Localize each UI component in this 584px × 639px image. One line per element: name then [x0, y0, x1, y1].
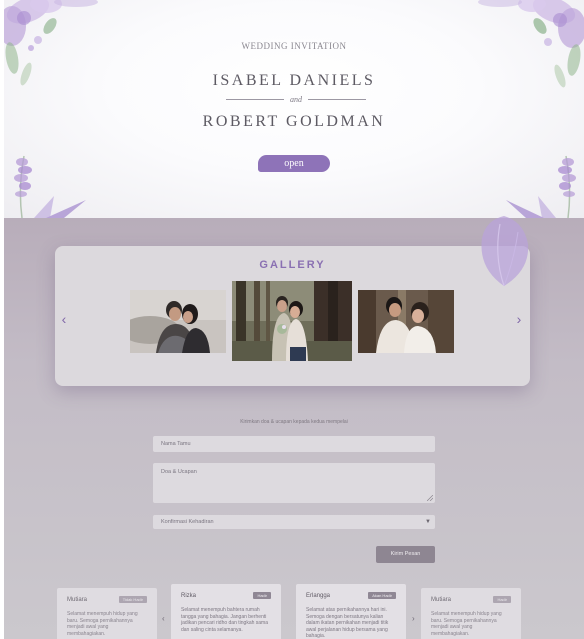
chevron-right-icon[interactable]: › [512, 312, 526, 326]
bride-name: ROBERT GOLDMAN [202, 113, 386, 130]
chevron-right-icon[interactable]: › [412, 615, 415, 623]
attendance-badge: Hadir [493, 596, 511, 603]
floral-top-right [478, 0, 584, 88]
resize-handle-icon[interactable] [427, 495, 433, 501]
invitation-page: WEDDING INVITATION ISABEL DANIELS and RO… [0, 0, 584, 639]
wish-message: Selamat menempuh bahtera rumah tangga ya… [181, 607, 268, 633]
chevron-left-icon[interactable]: ‹ [162, 615, 165, 623]
message-placeholder: Doa & Ucapan [161, 469, 197, 475]
form-caption: Kirimkan doa & ucapan kepada kedua mempe… [240, 419, 348, 425]
and-connector: and [290, 94, 302, 104]
gallery-photo[interactable] [358, 290, 454, 353]
divider-line-left [226, 98, 284, 100]
wish-message: Selamat menempuh hidup yang baru. Semoga… [67, 611, 138, 637]
wish-message: Selamat atas pernikahannya hari ini. Sem… [306, 607, 389, 639]
caret-down-icon: ▼ [425, 519, 431, 525]
invitation-subtitle: WEDDING INVITATION [241, 41, 347, 51]
gallery-photo[interactable] [130, 290, 226, 353]
attendance-select[interactable]: Konfirmasi Kehadiran ▼ [153, 515, 435, 529]
floral-top-left [4, 0, 98, 86]
wish-message: Selamat menempuh hidup yang baru. Semoga… [431, 611, 502, 637]
gallery-title: GALLERY [259, 259, 326, 271]
wish-card: Erlangga Akan Hadir Selamat atas pernika… [296, 584, 406, 639]
wish-author: Rizka [181, 592, 197, 599]
wish-author: Erlangga [306, 592, 331, 599]
chevron-left-icon[interactable]: ‹ [57, 312, 71, 326]
wish-author: Mutiara [67, 596, 88, 603]
lavender-bottom-right [506, 155, 576, 218]
gallery-photo[interactable] [232, 281, 352, 361]
content-section: GALLERY ‹ › Kirimkan doa & ucapan kepada… [4, 216, 584, 639]
open-invitation-button[interactable]: open [258, 155, 330, 172]
wish-card: Rizka Hadir Selamat menempuh bahtera rum… [171, 584, 281, 639]
guest-name-input[interactable]: Nama Tamu [153, 436, 435, 452]
groom-name: ISABEL DANIELS [212, 72, 376, 89]
wish-author: Mutiara [431, 596, 452, 603]
lavender-bottom-left [14, 155, 86, 218]
attendance-badge: Tidak Hadir [118, 596, 147, 603]
submit-message-button[interactable]: Kirim Pesan [376, 546, 435, 563]
wish-card: Mutiara Hadir Selamat menempuh hidup yan… [421, 588, 521, 639]
divider-line-right [308, 98, 366, 100]
attendance-badge: Akan Hadir [368, 592, 396, 599]
attendance-badge: Hadir [253, 592, 271, 599]
name-divider: and [226, 93, 366, 105]
gallery-card: GALLERY ‹ › [55, 246, 530, 386]
attendance-value: Konfirmasi Kehadiran [161, 519, 214, 525]
hero-section: WEDDING INVITATION ISABEL DANIELS and RO… [4, 0, 584, 218]
decorative-petal [481, 216, 529, 287]
wish-card: Mutiara Tidak Hadir Selamat menempuh hid… [57, 588, 157, 639]
message-textarea[interactable]: Doa & Ucapan [153, 463, 435, 503]
